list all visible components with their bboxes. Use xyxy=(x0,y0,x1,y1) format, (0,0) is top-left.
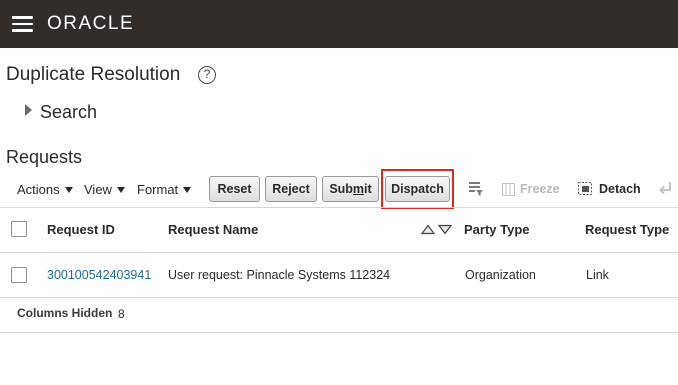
freeze-button[interactable]: Freeze xyxy=(502,182,560,196)
submit-button[interactable]: Submit xyxy=(322,176,379,202)
actions-menu[interactable]: Actions xyxy=(17,182,73,197)
column-header-request-id[interactable]: Request ID xyxy=(47,222,115,237)
request-name-cell: User request: Pinnacle Systems 112324 xyxy=(168,268,391,282)
view-menu[interactable]: View xyxy=(84,182,125,197)
column-header-request-name[interactable]: Request Name xyxy=(168,222,258,237)
detach-icon xyxy=(578,182,592,195)
request-type-cell: Link xyxy=(586,268,609,282)
wrap-icon[interactable] xyxy=(659,181,673,196)
columns-hidden-count[interactable]: 8 xyxy=(118,307,125,321)
hamburger-menu-icon[interactable] xyxy=(12,15,33,32)
page-title: Duplicate Resolution xyxy=(6,64,181,85)
reject-button[interactable]: Reject xyxy=(265,176,317,202)
oracle-logo[interactable]: ORACLE xyxy=(47,13,134,35)
party-type-cell: Organization xyxy=(465,268,536,282)
dispatch-highlight-frame xyxy=(381,169,454,209)
freeze-icon xyxy=(502,183,515,196)
caret-down-icon xyxy=(183,187,192,193)
detach-button[interactable]: Detach xyxy=(578,182,641,196)
top-bar: ORACLE xyxy=(0,0,678,48)
select-all-checkbox[interactable] xyxy=(11,221,27,237)
detach-label: Detach xyxy=(599,182,641,196)
columns-hidden-label: Columns Hidden xyxy=(17,306,113,320)
freeze-label: Freeze xyxy=(520,182,560,196)
table-top-border xyxy=(0,207,678,208)
sort-ascending-icon[interactable] xyxy=(421,224,436,235)
request-id-link[interactable]: 300100542403941 xyxy=(47,268,151,282)
submit-label-mnemonic: m xyxy=(352,182,365,196)
header-row-border xyxy=(0,252,678,253)
column-header-request-type[interactable]: Request Type xyxy=(585,222,669,237)
expand-triangle-icon[interactable] xyxy=(25,104,32,116)
column-header-party-type[interactable]: Party Type xyxy=(464,222,530,237)
caret-down-icon xyxy=(64,187,73,193)
requests-section-title: Requests xyxy=(6,147,83,167)
actions-menu-label: Actions xyxy=(17,182,60,197)
query-by-example-icon[interactable] xyxy=(468,181,485,197)
format-menu-label: Format xyxy=(137,182,179,197)
sort-arrows xyxy=(421,224,453,235)
row-select-checkbox[interactable] xyxy=(11,267,27,283)
caret-down-icon xyxy=(116,187,125,193)
sort-descending-icon[interactable] xyxy=(437,224,453,235)
reset-button[interactable]: Reset xyxy=(209,176,260,202)
submit-label-start: Sub xyxy=(329,182,353,196)
submit-label-end: it xyxy=(364,182,372,196)
row-border xyxy=(0,297,678,298)
format-menu[interactable]: Format xyxy=(137,182,192,197)
table-bottom-border xyxy=(0,332,678,333)
help-icon[interactable]: ? xyxy=(198,66,216,84)
view-menu-label: View xyxy=(84,182,112,197)
search-section-toggle[interactable]: Search xyxy=(40,102,97,123)
